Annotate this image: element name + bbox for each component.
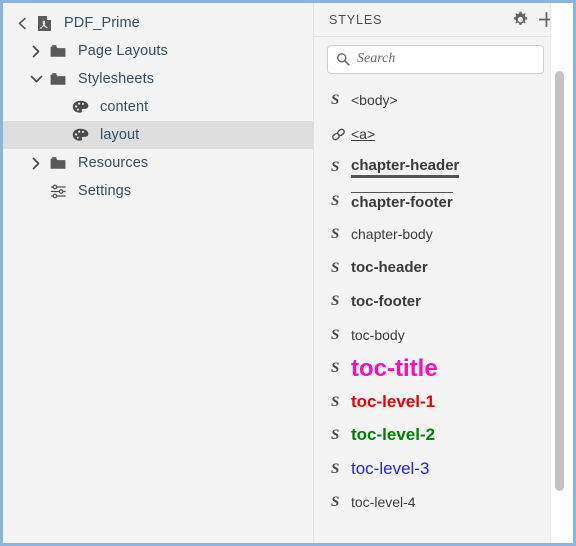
tree-item-label: layout bbox=[100, 127, 140, 143]
folder-icon bbox=[47, 44, 69, 58]
style-s-icon: S bbox=[331, 259, 340, 276]
style-list-item[interactable]: Schapter-header bbox=[314, 151, 573, 185]
application-window: PDF_Prime Page Layouts Stylesheets content… bbox=[0, 0, 576, 546]
tree-item-label: Settings bbox=[78, 183, 132, 199]
tree-item-content[interactable]: content bbox=[3, 93, 313, 121]
styles-scrollbar[interactable] bbox=[555, 37, 564, 537]
tree-root-label: PDF_Prime bbox=[64, 15, 140, 31]
tree-item-layout[interactable]: layout bbox=[3, 121, 313, 149]
tree-item-label: Stylesheets bbox=[78, 71, 155, 87]
style-list-item[interactable]: Schapter-footer bbox=[314, 185, 573, 219]
tree-item-label: Resources bbox=[78, 155, 149, 171]
style-list-item[interactable]: Stoc-body bbox=[314, 319, 573, 353]
style-s-icon: S bbox=[331, 427, 340, 444]
style-name-label: toc-footer bbox=[351, 292, 421, 310]
palette-icon bbox=[69, 128, 91, 142]
folder-icon bbox=[47, 72, 69, 86]
style-list-item[interactable]: <a> bbox=[314, 118, 573, 152]
palette-icon bbox=[69, 100, 91, 114]
style-list-item[interactable]: Stoc-level-3 bbox=[314, 453, 573, 487]
tree-item-page-layouts[interactable]: Page Layouts bbox=[3, 37, 313, 65]
chevron-down-icon[interactable] bbox=[25, 74, 47, 84]
back-chevron-icon[interactable] bbox=[11, 17, 33, 30]
gear-icon[interactable] bbox=[507, 7, 533, 33]
style-list-item[interactable]: Stoc-level-1 bbox=[314, 386, 573, 420]
style-s-icon: S bbox=[331, 159, 340, 176]
tree-root-row[interactable]: PDF_Prime bbox=[3, 9, 313, 37]
search-input[interactable] bbox=[357, 51, 535, 67]
style-s-icon: S bbox=[331, 494, 340, 511]
search-box[interactable] bbox=[327, 44, 544, 74]
style-list-item[interactable]: Stoc-header bbox=[314, 252, 573, 286]
tree-item-settings[interactable]: Settings bbox=[3, 177, 313, 205]
tree-item-label: content bbox=[100, 99, 149, 115]
chevron-right-icon[interactable] bbox=[25, 157, 47, 170]
project-tree-panel: PDF_Prime Page Layouts Stylesheets content… bbox=[3, 3, 314, 543]
style-name-label: toc-level-4 bbox=[351, 494, 416, 511]
style-name-label: <body> bbox=[351, 92, 398, 109]
style-s-icon: S bbox=[331, 393, 340, 410]
style-s-icon: S bbox=[331, 192, 340, 209]
tree-item-list: Page Layouts Stylesheets content layout Reso… bbox=[3, 37, 313, 205]
style-name-label: chapter-header bbox=[351, 157, 460, 178]
chevron-right-icon[interactable] bbox=[25, 45, 47, 58]
style-name-label: toc-level-1 bbox=[351, 391, 436, 411]
styles-list: S <body> <a> Schapter-header Schapter-footer… bbox=[314, 81, 573, 543]
style-list-item[interactable]: Stoc-footer bbox=[314, 285, 573, 319]
sliders-icon bbox=[47, 184, 69, 199]
style-list-item[interactable]: Schapter-body bbox=[314, 218, 573, 252]
style-name-label: toc-body bbox=[351, 326, 405, 343]
style-name-label: toc-header bbox=[351, 259, 428, 276]
styles-panel: STYLES Search S <body> <a> S chapter-hea… bbox=[314, 3, 573, 543]
style-list-item[interactable]: Stoc-level-4 bbox=[314, 486, 573, 520]
style-list-item[interactable]: Stoc-title bbox=[314, 352, 573, 386]
tree-item-resources[interactable]: Resources bbox=[3, 149, 313, 177]
tree-item-label: Page Layouts bbox=[78, 43, 168, 59]
chain-link-icon bbox=[331, 127, 351, 142]
style-s-icon: S bbox=[331, 326, 340, 343]
style-s-icon: S bbox=[331, 226, 340, 243]
style-name-label: <a> bbox=[351, 125, 376, 142]
styles-scrollbar-thumb[interactable] bbox=[555, 71, 564, 491]
tree-item-stylesheets[interactable]: Stylesheets bbox=[3, 65, 313, 93]
style-s-icon: S bbox=[331, 360, 340, 377]
style-name-label: chapter-body bbox=[351, 226, 433, 243]
style-name-label: toc-level-3 bbox=[351, 458, 430, 478]
style-name-label: toc-level-2 bbox=[351, 425, 436, 445]
style-s-icon: S bbox=[331, 293, 340, 310]
style-list-item[interactable]: S <body> bbox=[314, 84, 573, 118]
style-s-icon: S bbox=[331, 460, 340, 477]
style-name-label: toc-title bbox=[351, 354, 438, 382]
styles-panel-header: STYLES bbox=[314, 3, 573, 37]
styles-panel-title: STYLES bbox=[329, 12, 383, 27]
pdf-document-icon bbox=[33, 15, 55, 32]
style-list-item[interactable]: Stoc-level-2 bbox=[314, 419, 573, 453]
search-icon bbox=[336, 52, 350, 66]
style-name-label: chapter-footer bbox=[351, 191, 453, 211]
folder-icon bbox=[47, 156, 69, 170]
style-s-icon: S bbox=[331, 92, 340, 109]
styles-search-bar bbox=[314, 37, 573, 81]
